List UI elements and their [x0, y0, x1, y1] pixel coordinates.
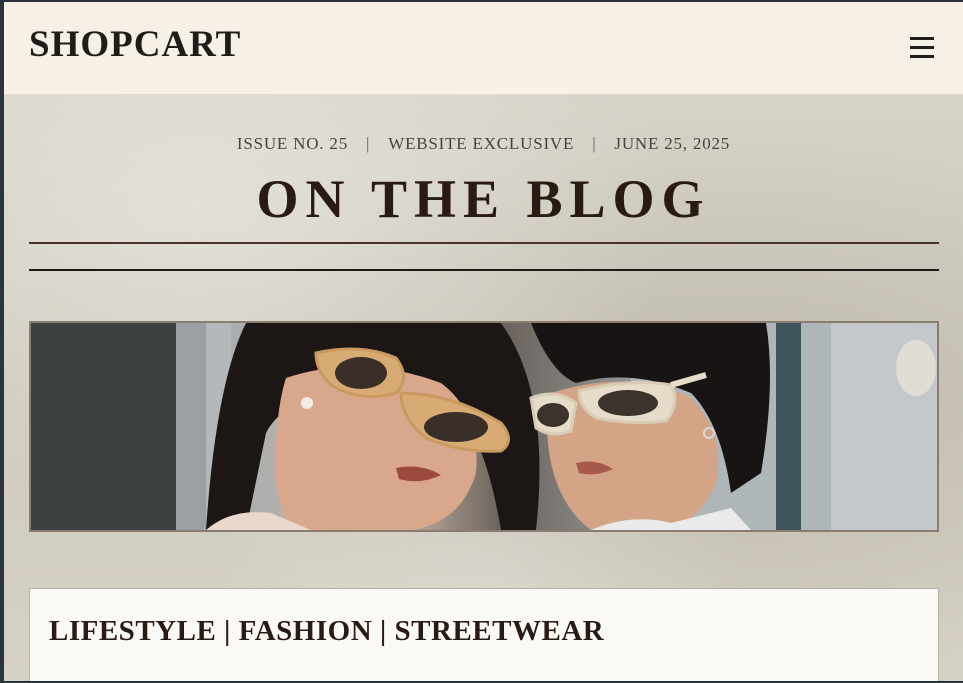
edition-label: WEBSITE EXCLUSIVE	[388, 134, 575, 153]
issue-date: JUNE 25, 2025	[614, 134, 731, 153]
separator: |	[592, 134, 597, 153]
page: SHOPCART ISSUE NO. 25 | WEBSITE EXCLUSIVE |…	[4, 2, 963, 681]
hero-image	[29, 321, 939, 532]
site-logo[interactable]: SHOPCART	[29, 26, 241, 63]
divider-top	[29, 242, 939, 244]
page-title: ON THE BLOG	[256, 169, 711, 229]
article-card[interactable]: LIFESTYLE | FASHION | STREETWEAR	[29, 588, 939, 681]
site-header: SHOPCART	[4, 2, 963, 95]
hero-photo-illustration	[31, 323, 937, 530]
separator: |	[366, 134, 371, 153]
issue-number: ISSUE NO. 25	[236, 134, 349, 153]
article-category-title: LIFESTYLE | FASHION | STREETWEAR	[49, 615, 605, 647]
divider-bottom	[29, 269, 939, 271]
issue-line: ISSUE NO. 25 | WEBSITE EXCLUSIVE | JUNE 25, …	[4, 134, 963, 154]
hamburger-menu-icon[interactable]	[908, 33, 936, 61]
